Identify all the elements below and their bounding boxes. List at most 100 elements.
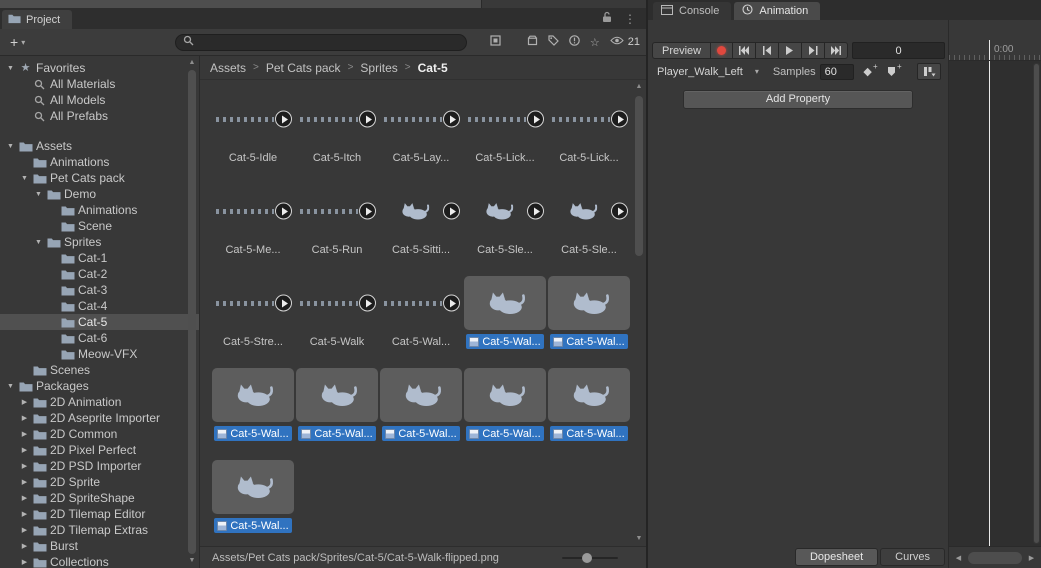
asset-thumbnail[interactable] <box>463 184 547 238</box>
tree-item-all-prefabs[interactable]: All Prefabs <box>0 108 199 124</box>
tree-item-all-models[interactable]: All Models <box>0 92 199 108</box>
playhead[interactable] <box>989 40 990 60</box>
asset-thumbnail[interactable] <box>211 276 295 330</box>
asset-item-cat-5-wal[interactable]: Cat-5-Wal... <box>295 368 379 441</box>
asset-thumbnail[interactable] <box>295 276 379 330</box>
timeline-horizontal-scrollbar[interactable]: ◀ ▶ <box>949 546 1041 568</box>
tree-item-scenes[interactable]: Scenes <box>0 362 199 378</box>
play-button[interactable] <box>611 203 628 220</box>
tree-item-cat-2[interactable]: Cat-2 <box>0 266 199 282</box>
add-event-icon[interactable]: + <box>882 63 902 80</box>
asset-thumbnail[interactable] <box>547 276 631 330</box>
tree-item-meow-vfx[interactable]: Meow-VFX <box>0 346 199 362</box>
play-button[interactable] <box>359 111 376 128</box>
asset-item-cat-5-sitti[interactable]: Cat-5-Sitti... <box>379 184 463 257</box>
tab-animation[interactable]: Animation <box>734 2 820 20</box>
current-frame-field[interactable]: 0 <box>852 42 945 59</box>
asset-item-cat-5-itch[interactable]: Cat-5-Itch <box>295 92 379 165</box>
asset-item-cat-5-me[interactable]: Cat-5-Me... <box>211 184 295 257</box>
tree-item-2d-tilemap-extras[interactable]: ▶2D Tilemap Extras <box>0 522 199 538</box>
asset-thumbnail[interactable] <box>295 368 379 422</box>
breadcrumb-item-pet-cats-pack[interactable]: Pet Cats pack <box>266 61 341 75</box>
record-button[interactable] <box>711 42 733 59</box>
expander-icon[interactable]: ▼ <box>4 65 17 72</box>
preview-button[interactable]: Preview <box>652 42 711 59</box>
first-frame-button[interactable] <box>733 42 756 59</box>
asset-thumbnail[interactable] <box>547 368 631 422</box>
expander-icon[interactable]: ▼ <box>18 175 31 182</box>
asset-item-cat-5-walk[interactable]: Cat-5-Walk <box>295 276 379 349</box>
samples-field[interactable]: 60 <box>820 64 854 80</box>
tree-item-cat-5[interactable]: Cat-5 <box>0 314 199 330</box>
asset-thumbnail[interactable] <box>379 368 463 422</box>
asset-item-cat-5-wal[interactable]: Cat-5-Wal... <box>379 276 463 349</box>
scroll-down-icon[interactable]: ▼ <box>633 534 645 544</box>
scroll-up-icon[interactable]: ▲ <box>633 82 645 92</box>
asset-item-cat-5-wal[interactable]: Cat-5-Wal... <box>463 368 547 441</box>
asset-item-cat-5-sle[interactable]: Cat-5-Sle... <box>547 184 631 257</box>
tree-item-2d-animation[interactable]: ▶2D Animation <box>0 394 199 410</box>
scrollbar-thumb[interactable] <box>1034 64 1039 543</box>
tab-console[interactable]: Console <box>653 2 731 20</box>
tree-item-cat-6[interactable]: Cat-6 <box>0 330 199 346</box>
breadcrumb-item-cat-5[interactable]: Cat-5 <box>418 61 448 75</box>
asset-item-cat-5-wal[interactable]: Cat-5-Wal... <box>211 368 295 441</box>
menu-icon[interactable]: ⋮ <box>624 12 636 26</box>
asset-thumbnail[interactable] <box>379 92 463 146</box>
asset-item-cat-5-wal[interactable]: Cat-5-Wal... <box>463 276 547 349</box>
asset-thumbnail[interactable] <box>295 92 379 146</box>
scroll-up-icon[interactable]: ▲ <box>186 58 198 68</box>
timeline-ruler[interactable]: 0:00 <box>949 40 1041 61</box>
open-asset-icon[interactable] <box>490 35 501 49</box>
play-button[interactable] <box>611 111 628 128</box>
clip-dropdown[interactable]: Player_Walk_Left ▾ <box>653 66 763 78</box>
expander-icon[interactable]: ▶ <box>18 558 31 566</box>
search-input[interactable] <box>199 36 459 48</box>
expander-icon[interactable]: ▶ <box>18 414 31 422</box>
search-box[interactable] <box>175 34 467 51</box>
expander-icon[interactable]: ▶ <box>18 494 31 502</box>
asset-thumbnail[interactable] <box>463 368 547 422</box>
asset-thumbnail[interactable] <box>379 276 463 330</box>
asset-item-cat-5-wal[interactable]: Cat-5-Wal... <box>547 368 631 441</box>
expander-icon[interactable]: ▶ <box>18 430 31 438</box>
expander-icon[interactable]: ▶ <box>18 478 31 486</box>
expander-icon[interactable]: ▼ <box>32 191 45 198</box>
curves-filter-icon[interactable] <box>917 63 941 80</box>
asset-thumbnail[interactable] <box>211 184 295 238</box>
tree-item-2d-pixel-perfect[interactable]: ▶2D Pixel Perfect <box>0 442 199 458</box>
add-keyframe-icon[interactable]: ◆+ <box>858 63 878 80</box>
play-button[interactable] <box>527 203 544 220</box>
info-icon[interactable] <box>569 35 580 49</box>
asset-thumbnail[interactable] <box>379 184 463 238</box>
tree-item-demo[interactable]: ▼Demo <box>0 186 199 202</box>
play-button[interactable] <box>275 295 292 312</box>
tree-item-2d-sprite[interactable]: ▶2D Sprite <box>0 474 199 490</box>
asset-item-cat-5-lay[interactable]: Cat-5-Lay... <box>379 92 463 165</box>
play-button[interactable] <box>779 42 802 59</box>
tab-project[interactable]: Project <box>2 10 72 29</box>
play-button[interactable] <box>443 111 460 128</box>
tree-item-2d-common[interactable]: ▶2D Common <box>0 426 199 442</box>
asset-item-cat-5-stre[interactable]: Cat-5-Stre... <box>211 276 295 349</box>
thumbnail-size-slider[interactable] <box>562 557 618 559</box>
asset-thumbnail[interactable] <box>463 92 547 146</box>
breadcrumb-item-sprites[interactable]: Sprites <box>360 61 397 75</box>
play-button[interactable] <box>443 203 460 220</box>
asset-item-cat-5-run[interactable]: Cat-5-Run <box>295 184 379 257</box>
favorite-icon[interactable]: ☆ <box>590 36 600 49</box>
breadcrumb-item-assets[interactable]: Assets <box>210 61 246 75</box>
expander-icon[interactable]: ▶ <box>18 446 31 454</box>
tree-item-favorites[interactable]: ▼★Favorites <box>0 60 199 76</box>
play-button[interactable] <box>275 203 292 220</box>
timeline-track-area[interactable] <box>949 61 1041 546</box>
tree-item-cat-3[interactable]: Cat-3 <box>0 282 199 298</box>
play-button[interactable] <box>359 295 376 312</box>
tree-scrollbar[interactable]: ▲ ▼ <box>186 58 198 566</box>
expander-icon[interactable]: ▶ <box>18 526 31 534</box>
asset-item-cat-5-wal[interactable]: Cat-5-Wal... <box>211 460 295 533</box>
add-property-button[interactable]: Add Property <box>683 90 913 109</box>
tree-item-scene[interactable]: Scene <box>0 218 199 234</box>
expander-icon[interactable]: ▶ <box>18 398 31 406</box>
expander-icon[interactable]: ▼ <box>32 239 45 246</box>
